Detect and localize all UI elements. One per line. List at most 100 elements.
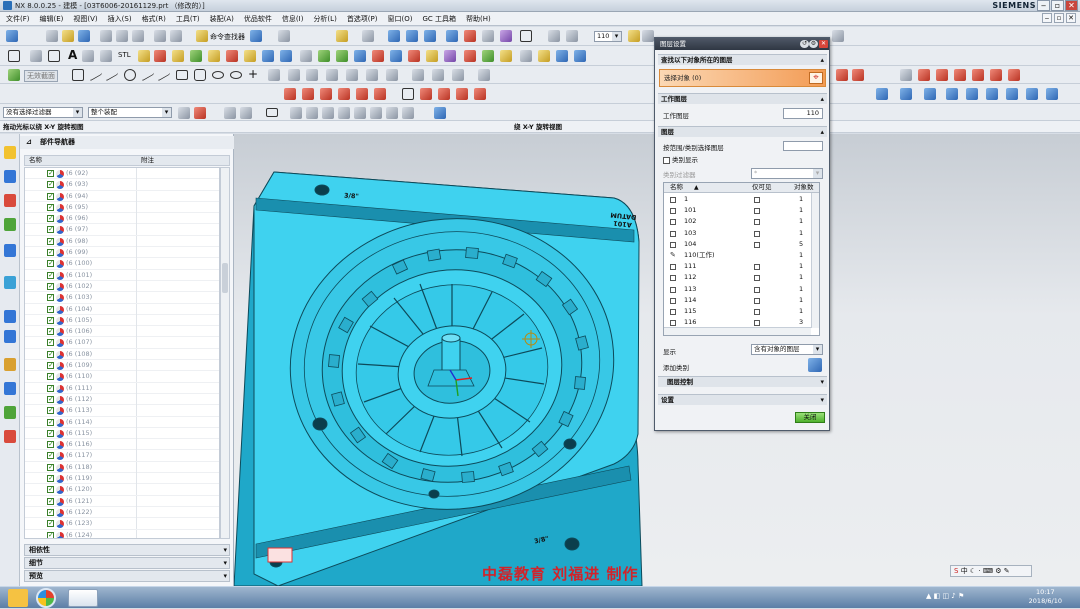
visibility-checkbox[interactable] [47, 371, 54, 382]
work-layer-select[interactable]: 110 [594, 31, 622, 42]
navigator-item[interactable]: (6 (99) [25, 247, 219, 259]
command-finder-label[interactable]: 命令查找器 [210, 32, 245, 42]
display-select[interactable]: 含有对象的图层 [751, 344, 823, 355]
circle-icon[interactable] [124, 69, 136, 81]
arc-curve-icon[interactable] [302, 88, 314, 100]
polygon-icon[interactable] [194, 69, 206, 81]
system-materials-icon[interactable] [4, 330, 16, 343]
analysis-icon[interactable] [574, 50, 586, 62]
work-layer-input[interactable]: 110 [783, 108, 823, 119]
surface-icon-f[interactable] [986, 88, 998, 100]
select-arrow-icon[interactable] [278, 30, 290, 42]
extrude-icon[interactable] [30, 50, 42, 62]
taskbar-explorer-icon[interactable] [8, 589, 28, 607]
layer-row[interactable]: 102 1 [664, 216, 811, 227]
visible-only-checkbox[interactable] [754, 264, 760, 271]
zoom-icon[interactable] [362, 30, 374, 42]
fit-view-icon[interactable] [336, 30, 348, 42]
sketch-finish-icon[interactable] [478, 69, 490, 81]
visibility-checkbox[interactable] [47, 462, 54, 473]
thicken-icon[interactable] [426, 50, 438, 62]
right-view-icon[interactable] [482, 30, 494, 42]
roles-icon[interactable] [4, 406, 16, 419]
assembly-filter-select[interactable]: 整个装配 [88, 107, 172, 118]
visible-only-checkbox[interactable] [754, 230, 760, 237]
curve-icon-e[interactable] [936, 69, 948, 81]
snap-settings-icon[interactable] [194, 107, 206, 119]
visibility-checkbox[interactable] [47, 360, 54, 371]
menu-insert[interactable]: 插入(S) [106, 14, 134, 24]
open-icon[interactable] [62, 30, 74, 42]
navigator-item[interactable]: (6 (97) [25, 224, 219, 236]
navigator-item[interactable]: (6 (102) [25, 280, 219, 293]
details-panel[interactable]: 细节 ▾ [24, 557, 230, 569]
curve-icon-c[interactable] [900, 69, 912, 81]
pin-icon[interactable]: ⊿ [26, 136, 32, 149]
intersection-curve-icon[interactable] [420, 88, 432, 100]
navigator-item[interactable]: (6 (114) [25, 416, 219, 428]
layer-checkbox[interactable] [670, 219, 676, 226]
wireframe-icon[interactable] [424, 30, 436, 42]
helix-icon[interactable] [338, 88, 350, 100]
offset-curve-icon[interactable] [268, 69, 280, 81]
draft-icon[interactable] [262, 50, 274, 62]
isoparametric-icon[interactable] [456, 88, 468, 100]
header-name[interactable]: 名称 [670, 183, 683, 192]
visibility-checkbox[interactable] [47, 258, 54, 269]
visibility-checkbox[interactable] [47, 326, 54, 337]
point-icon[interactable] [82, 50, 94, 62]
chamfer-icon[interactable] [208, 50, 220, 62]
part-navigator-icon[interactable] [4, 194, 16, 207]
edge-blend-icon[interactable] [190, 50, 202, 62]
layer-row[interactable]: 104 5 [664, 239, 811, 250]
menu-format[interactable]: 格式(R) [140, 14, 168, 24]
patch-icon[interactable] [408, 50, 420, 62]
measure-distance-icon[interactable] [520, 50, 532, 62]
layer-row[interactable]: 115 1 [664, 306, 811, 317]
layer-checkbox[interactable] [670, 309, 676, 315]
front-view-icon[interactable] [446, 30, 458, 42]
menu-help[interactable]: 帮助(H) [464, 14, 493, 24]
menu-file[interactable]: 文件(F) [4, 14, 32, 24]
ime-moon-icon[interactable]: ☾ · ⌨ ⚙ ✎ [970, 567, 1010, 575]
navigator-item[interactable]: (6 (108) [25, 348, 219, 361]
menu-plugin[interactable]: 优品软件 [242, 14, 274, 24]
convert-ref-icon[interactable] [452, 69, 464, 81]
navigator-item[interactable]: (6 (101) [25, 269, 219, 281]
split-body-icon[interactable] [444, 50, 456, 62]
visibility-checkbox[interactable] [47, 213, 54, 224]
navigator-item[interactable]: (6 (105) [25, 314, 219, 327]
layer-checkbox[interactable] [670, 286, 676, 293]
dialog-close-icon[interactable]: ✕ [819, 40, 828, 48]
reset-icon[interactable]: ↺ [800, 40, 809, 48]
navigator-item[interactable]: (6 (95) [25, 201, 219, 214]
navigator-item[interactable]: (6 (111) [25, 382, 219, 394]
toolbar-option-icon[interactable] [832, 30, 844, 42]
navigator-item[interactable]: (6 (98) [25, 235, 219, 248]
join-curve-icon[interactable] [374, 88, 386, 100]
sketch-frame-icon[interactable] [8, 69, 20, 81]
maximize-button[interactable]: ▫ [1051, 0, 1064, 11]
menu-info[interactable]: 信息(I) [280, 14, 306, 24]
layer-row[interactable]: 103 1 [664, 228, 811, 239]
navigator-item[interactable]: (6 (104) [25, 303, 219, 315]
work-layer-section[interactable]: 工作图层 ▴ [658, 93, 827, 104]
surface-icon-h[interactable] [1026, 88, 1038, 100]
shaded-icon[interactable] [406, 30, 418, 42]
ellipse-icon[interactable] [212, 71, 224, 79]
copy-to-layer-icon[interactable] [642, 30, 654, 42]
navigator-item[interactable]: (6 (112) [25, 393, 219, 406]
menu-analysis[interactable]: 分析(L) [311, 14, 338, 24]
menu-tools[interactable]: 工具(T) [174, 14, 202, 24]
visible-only-checkbox[interactable] [754, 219, 760, 226]
ime-mode[interactable]: 中 [961, 567, 968, 575]
profile-icon[interactable] [72, 69, 84, 81]
visibility-checkbox[interactable] [47, 405, 54, 416]
minimize-button[interactable]: ‒ [1037, 0, 1050, 11]
visibility-checkbox[interactable] [47, 247, 54, 258]
preview-panel[interactable]: 预览 ▾ [24, 570, 230, 582]
visibility-checkbox[interactable] [47, 304, 54, 315]
offset-face-icon[interactable] [280, 50, 292, 62]
line-curve-icon[interactable] [284, 88, 296, 100]
tray-icons[interactable]: ▲ ◧ ◫ ♪ ⚑ [926, 592, 964, 600]
